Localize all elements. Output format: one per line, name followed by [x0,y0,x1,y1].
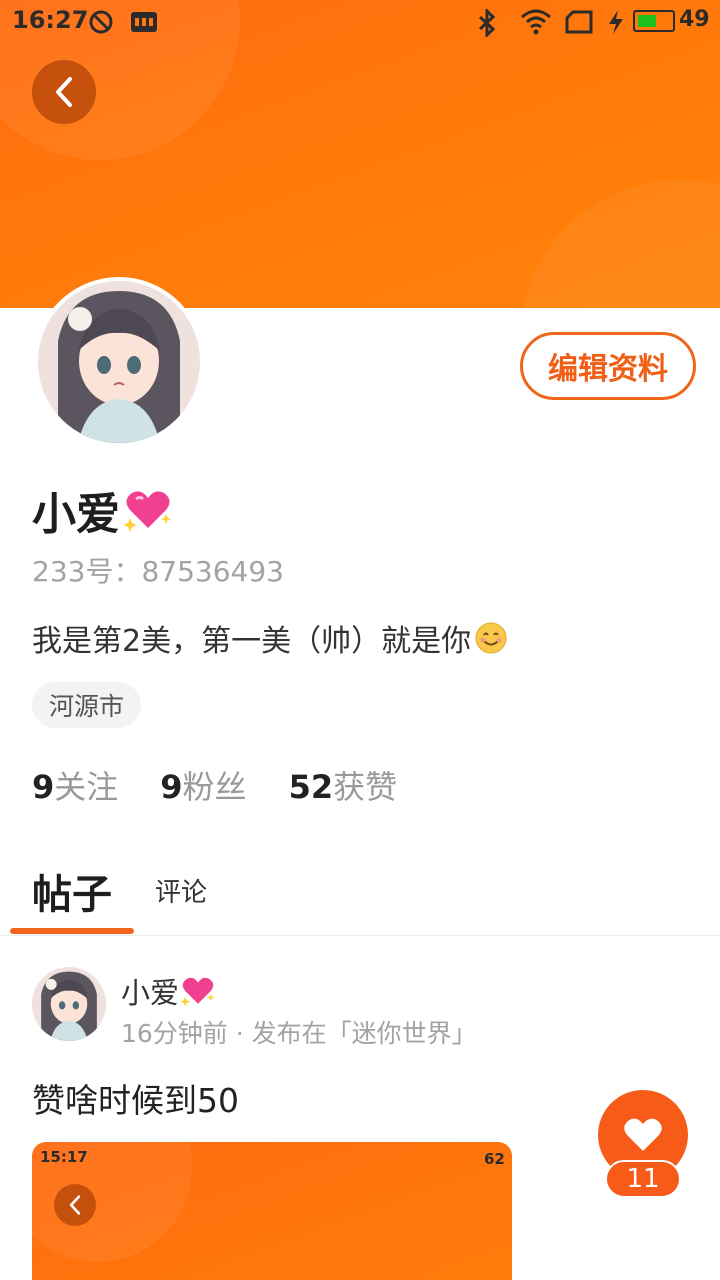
following-stat[interactable]: 9 关注 [32,762,118,808]
profile-banner [0,0,720,308]
edit-profile-button[interactable]: 编辑资料 [520,332,696,400]
chevron-left-icon [56,77,72,107]
tab-posts[interactable]: 帖子 [32,862,112,920]
bluetooth-icon [478,9,496,37]
post-author-row: 小爱 [121,970,215,1012]
anime-girl-avatar-image [32,967,106,1041]
bio-row: 我是第2美，第一美（帅）就是你 [32,616,507,660]
heart-icon [624,1118,662,1151]
image-battery-level: 62 [484,1150,505,1168]
sparkling-heart-icon [124,491,171,532]
post-author-avatar[interactable] [32,967,106,1041]
fans-label: 粉丝 [182,768,247,806]
user-id: 233号：87536493 [32,555,284,588]
post-author-name[interactable]: 小爱 [121,970,179,1012]
smile-icon [475,622,507,654]
battery-icon [633,10,675,32]
battery-level: 49 [679,7,710,32]
like-count: 11 [605,1160,681,1198]
wifi-icon [521,9,551,35]
do-not-disturb-icon [89,10,113,34]
profile-stats: 9 关注 9 粉丝 52 获赞 [32,762,397,808]
screen-icon [565,10,593,34]
image-status-time: 15:17 [40,1148,88,1166]
likes-stat[interactable]: 52 获赞 [289,762,398,808]
likes-count: 52 [288,768,334,806]
bio-text: 我是第2美，第一美（帅）就是你 [32,624,472,659]
following-count: 9 [32,768,55,806]
status-bar: 16:27 49 [0,0,720,44]
tab-comments[interactable]: 评论 [155,872,207,909]
location-tag[interactable]: 河源市 [32,682,142,728]
likes-label: 获赞 [333,768,398,806]
active-tab-indicator [10,928,134,934]
profile-name-row: 小爱 [32,478,172,542]
profile-avatar[interactable] [34,277,204,447]
fans-count: 9 [160,768,183,806]
post-text[interactable]: 赞啥时候到50 [32,1074,239,1122]
sim-icon [131,12,157,32]
post-image[interactable]: 15:17 62 [32,1142,512,1280]
banner-decoration [520,180,720,308]
following-label: 关注 [54,768,119,806]
status-time: 16:27 [12,6,89,34]
sparkling-heart-icon [181,977,215,1007]
back-button[interactable] [32,60,96,124]
fans-stat[interactable]: 9 粉丝 [160,762,246,808]
content-tabs: 帖子 评论 [0,850,720,936]
profile-name: 小爱 [32,489,120,540]
chevron-left-icon [69,1195,81,1215]
charging-icon [609,10,623,34]
anime-girl-avatar-image [38,281,200,443]
image-back-button [54,1184,96,1226]
post-meta: 16分钟前 · 发布在「迷你世界」 [121,1019,477,1048]
